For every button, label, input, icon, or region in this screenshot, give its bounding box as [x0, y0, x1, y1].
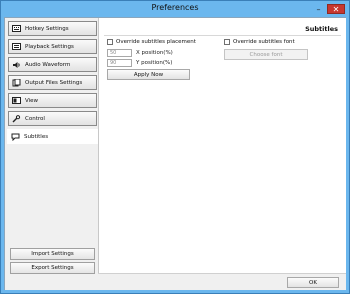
checkbox-box[interactable]	[107, 39, 113, 45]
dialog-client-area: Hotkey Settings Playback Settings Audio …	[4, 17, 346, 290]
page-title: Subtitles	[305, 25, 338, 33]
y-position-label: Y position(%)	[136, 60, 173, 66]
sidebar-item-label: Control	[25, 115, 45, 122]
sidebar-item-label: Playback Settings	[25, 43, 74, 50]
x-position-input[interactable]: 50	[107, 49, 132, 57]
sidebar-item-label: Output Files Settings	[25, 79, 83, 86]
sidebar-item-label: Audio Waveform	[25, 61, 71, 68]
window-title: Preferences	[151, 3, 199, 12]
override-font-label: Override subtitles font	[233, 39, 295, 45]
close-button[interactable]: ✕	[327, 4, 345, 14]
y-position-input[interactable]: 90	[107, 59, 132, 67]
sidebar-item-view[interactable]: View	[8, 93, 97, 108]
sidebar-item-subtitles[interactable]: Subtitles	[7, 129, 98, 144]
override-font-checkbox[interactable]: Override subtitles font	[224, 39, 295, 45]
sidebar-item-playback-settings[interactable]: Playback Settings	[8, 39, 97, 54]
title-bar[interactable]: Preferences – ✕	[1, 1, 349, 17]
output-files-icon	[12, 78, 21, 87]
wrench-icon	[12, 114, 21, 123]
playback-icon	[12, 43, 21, 51]
dialog-footer: OK	[98, 273, 346, 290]
export-settings-button[interactable]: Export Settings	[10, 262, 95, 274]
divider	[104, 35, 341, 36]
subtitles-panel: Subtitles Override subtitles placement 5…	[98, 18, 346, 273]
override-placement-checkbox[interactable]: Override subtitles placement	[107, 39, 196, 45]
y-position-row: 90 Y position(%)	[107, 59, 172, 67]
minimize-button[interactable]: –	[313, 4, 324, 14]
sidebar-item-output-files-settings[interactable]: Output Files Settings	[8, 75, 97, 90]
choose-font-button[interactable]: Choose font	[224, 49, 308, 60]
override-placement-label: Override subtitles placement	[116, 39, 196, 45]
sidebar-item-label: Hotkey Settings	[25, 25, 69, 32]
preferences-window: Preferences – ✕ Hotkey Settings Playback…	[0, 0, 350, 294]
view-icon	[12, 97, 21, 105]
x-position-label: X position(%)	[136, 50, 173, 56]
ok-button[interactable]: OK	[287, 277, 339, 288]
subtitle-bubble-icon	[11, 133, 20, 141]
x-position-row: 50 X position(%)	[107, 49, 173, 57]
minimize-icon: –	[316, 4, 321, 14]
sidebar-item-label: Subtitles	[24, 133, 49, 140]
sidebar: Hotkey Settings Playback Settings Audio …	[5, 18, 98, 290]
sidebar-item-control[interactable]: Control	[8, 111, 97, 126]
close-icon: ✕	[332, 4, 340, 14]
apply-now-button[interactable]: Apply Now	[107, 69, 190, 80]
sidebar-item-label: View	[25, 97, 39, 104]
checkbox-box[interactable]	[224, 39, 230, 45]
sidebar-item-hotkey-settings[interactable]: Hotkey Settings	[8, 21, 97, 36]
import-settings-button[interactable]: Import Settings	[10, 248, 95, 260]
keyboard-icon	[12, 25, 21, 33]
speaker-icon	[12, 61, 21, 69]
sidebar-item-audio-waveform[interactable]: Audio Waveform	[8, 57, 97, 72]
